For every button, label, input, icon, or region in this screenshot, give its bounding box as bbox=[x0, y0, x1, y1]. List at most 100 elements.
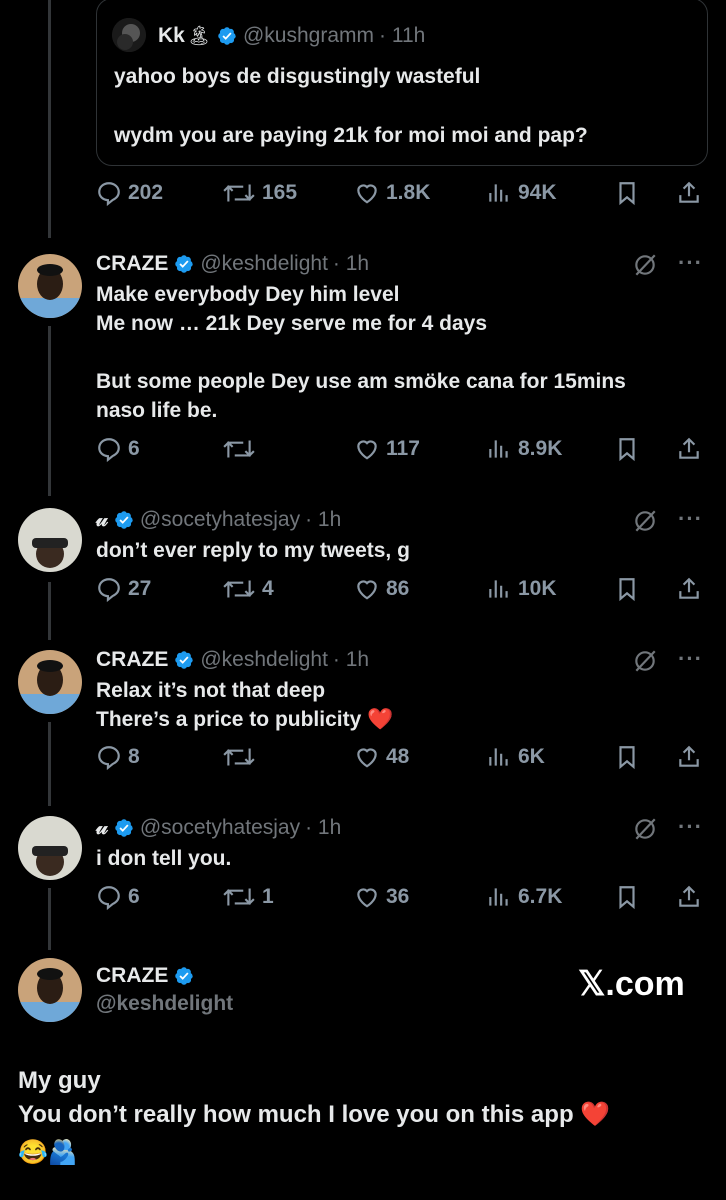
bookmark-button[interactable] bbox=[614, 180, 646, 206]
repost-button[interactable]: 4 bbox=[222, 576, 274, 602]
display-name[interactable]: CRAZE bbox=[96, 964, 168, 988]
thread-line bbox=[48, 582, 51, 640]
display-name[interactable]: CRAZE bbox=[96, 252, 168, 276]
views-button[interactable]: 8.9K bbox=[486, 436, 562, 462]
handle[interactable]: @socetyhatesjay bbox=[140, 816, 300, 840]
reply-icon bbox=[98, 578, 120, 602]
handle[interactable]: @keshdelight bbox=[200, 648, 328, 672]
heart-icon bbox=[357, 440, 377, 460]
reply-count: 202 bbox=[128, 181, 164, 204]
repost-button[interactable]: 1 bbox=[222, 884, 274, 910]
quoted-display-name[interactable]: Kk bbox=[158, 24, 185, 48]
reply-button[interactable]: 6 bbox=[96, 884, 140, 910]
display-name[interactable]: 𝓊 bbox=[96, 508, 108, 532]
share-button[interactable] bbox=[676, 884, 708, 910]
repost-icon bbox=[223, 580, 255, 598]
views-count: 6.7K bbox=[518, 885, 563, 908]
share-button[interactable] bbox=[676, 576, 708, 602]
verified-badge-icon bbox=[175, 651, 194, 669]
quoted-header: Kk 🏝 @kushgramm · 11h bbox=[158, 24, 425, 48]
views-count: 6K bbox=[518, 745, 545, 768]
like-button[interactable]: 117 bbox=[354, 436, 420, 462]
bookmark-button[interactable] bbox=[614, 436, 646, 462]
more-options-icon[interactable]: ··· bbox=[678, 646, 703, 672]
grok-slash-icon[interactable] bbox=[632, 508, 658, 534]
like-count: 1.8K bbox=[386, 181, 431, 204]
more-options-icon[interactable]: ··· bbox=[678, 814, 703, 840]
bookmark-button[interactable] bbox=[614, 744, 646, 770]
timestamp[interactable]: · 1h bbox=[305, 816, 341, 840]
avatar[interactable] bbox=[18, 816, 82, 880]
views-button[interactable]: 6K bbox=[486, 744, 545, 770]
repost-icon bbox=[223, 748, 255, 766]
more-options-icon[interactable]: ··· bbox=[678, 250, 703, 276]
avatar[interactable] bbox=[18, 254, 82, 318]
quoted-handle[interactable]: @kushgramm bbox=[243, 24, 374, 48]
repost-button[interactable] bbox=[222, 436, 262, 462]
reply-icon bbox=[98, 746, 120, 770]
bookmark-icon bbox=[619, 182, 635, 206]
tweet-actions: 6 117 8.9K bbox=[96, 436, 708, 470]
verified-badge-icon bbox=[218, 27, 236, 45]
avatar[interactable] bbox=[18, 508, 82, 572]
reply-count: 8 bbox=[128, 745, 140, 768]
bookmark-button[interactable] bbox=[614, 884, 646, 910]
bookmark-button[interactable] bbox=[614, 576, 646, 602]
share-icon bbox=[679, 577, 699, 599]
repost-count: 4 bbox=[262, 577, 274, 600]
heart-icon bbox=[357, 580, 377, 600]
repost-count: 165 bbox=[262, 181, 298, 204]
share-button[interactable] bbox=[676, 744, 708, 770]
like-count: 117 bbox=[386, 437, 420, 460]
timestamp[interactable]: · 1h bbox=[333, 252, 369, 276]
repost-button[interactable]: 165 bbox=[222, 180, 297, 206]
like-button[interactable]: 36 bbox=[354, 884, 409, 910]
timestamp[interactable]: · 1h bbox=[333, 648, 369, 672]
share-icon bbox=[679, 745, 699, 767]
reply-button[interactable]: 6 bbox=[96, 436, 140, 462]
more-options-icon[interactable]: ··· bbox=[678, 506, 703, 532]
quoted-avatar[interactable] bbox=[112, 18, 146, 52]
share-button[interactable] bbox=[676, 180, 708, 206]
main-header: CRAZE bbox=[96, 964, 200, 988]
like-button[interactable]: 86 bbox=[354, 576, 409, 602]
avatar-image bbox=[18, 816, 82, 880]
repost-icon bbox=[223, 888, 255, 906]
views-icon bbox=[489, 888, 508, 906]
avatar-image bbox=[112, 18, 146, 52]
handle[interactable]: @keshdelight bbox=[96, 992, 233, 1016]
thread-line bbox=[48, 326, 51, 496]
reply-button[interactable]: 202 bbox=[96, 180, 163, 206]
timestamp[interactable]: · 1h bbox=[305, 508, 341, 532]
views-button[interactable]: 6.7K bbox=[486, 884, 562, 910]
avatar[interactable] bbox=[18, 958, 82, 1022]
handle[interactable]: @socetyhatesjay bbox=[140, 508, 300, 532]
reply-button[interactable]: 8 bbox=[96, 744, 140, 770]
views-count: 94K bbox=[518, 181, 557, 204]
display-name[interactable]: CRAZE bbox=[96, 648, 168, 672]
reply-button[interactable]: 27 bbox=[96, 576, 151, 602]
grok-slash-icon[interactable] bbox=[632, 252, 658, 278]
like-button[interactable]: 1.8K bbox=[354, 180, 430, 206]
display-name[interactable]: 𝓊 bbox=[96, 816, 108, 840]
repost-button[interactable] bbox=[222, 744, 262, 770]
avatar-image bbox=[18, 508, 82, 572]
tweet-actions: 27 4 86 10K bbox=[96, 576, 708, 610]
share-icon bbox=[679, 885, 699, 907]
tweet-header: CRAZE @keshdelight · 1h bbox=[96, 648, 369, 672]
bookmark-icon bbox=[619, 438, 635, 462]
thread-line bbox=[48, 722, 51, 806]
like-button[interactable]: 48 bbox=[354, 744, 409, 770]
views-button[interactable]: 94K bbox=[486, 180, 557, 206]
grok-slash-icon[interactable] bbox=[632, 648, 658, 674]
tweet-actions: 6 1 36 6.7K bbox=[96, 884, 708, 918]
handle[interactable]: @keshdelight bbox=[200, 252, 328, 276]
tweet-text: don’t ever reply to my tweets, g bbox=[96, 539, 410, 562]
avatar[interactable] bbox=[18, 650, 82, 714]
quoted-time[interactable]: · 11h bbox=[379, 24, 425, 48]
grok-slash-icon[interactable] bbox=[632, 816, 658, 842]
share-button[interactable] bbox=[676, 436, 708, 462]
views-button[interactable]: 10K bbox=[486, 576, 557, 602]
like-count: 36 bbox=[386, 885, 410, 908]
heart-icon bbox=[357, 748, 377, 768]
